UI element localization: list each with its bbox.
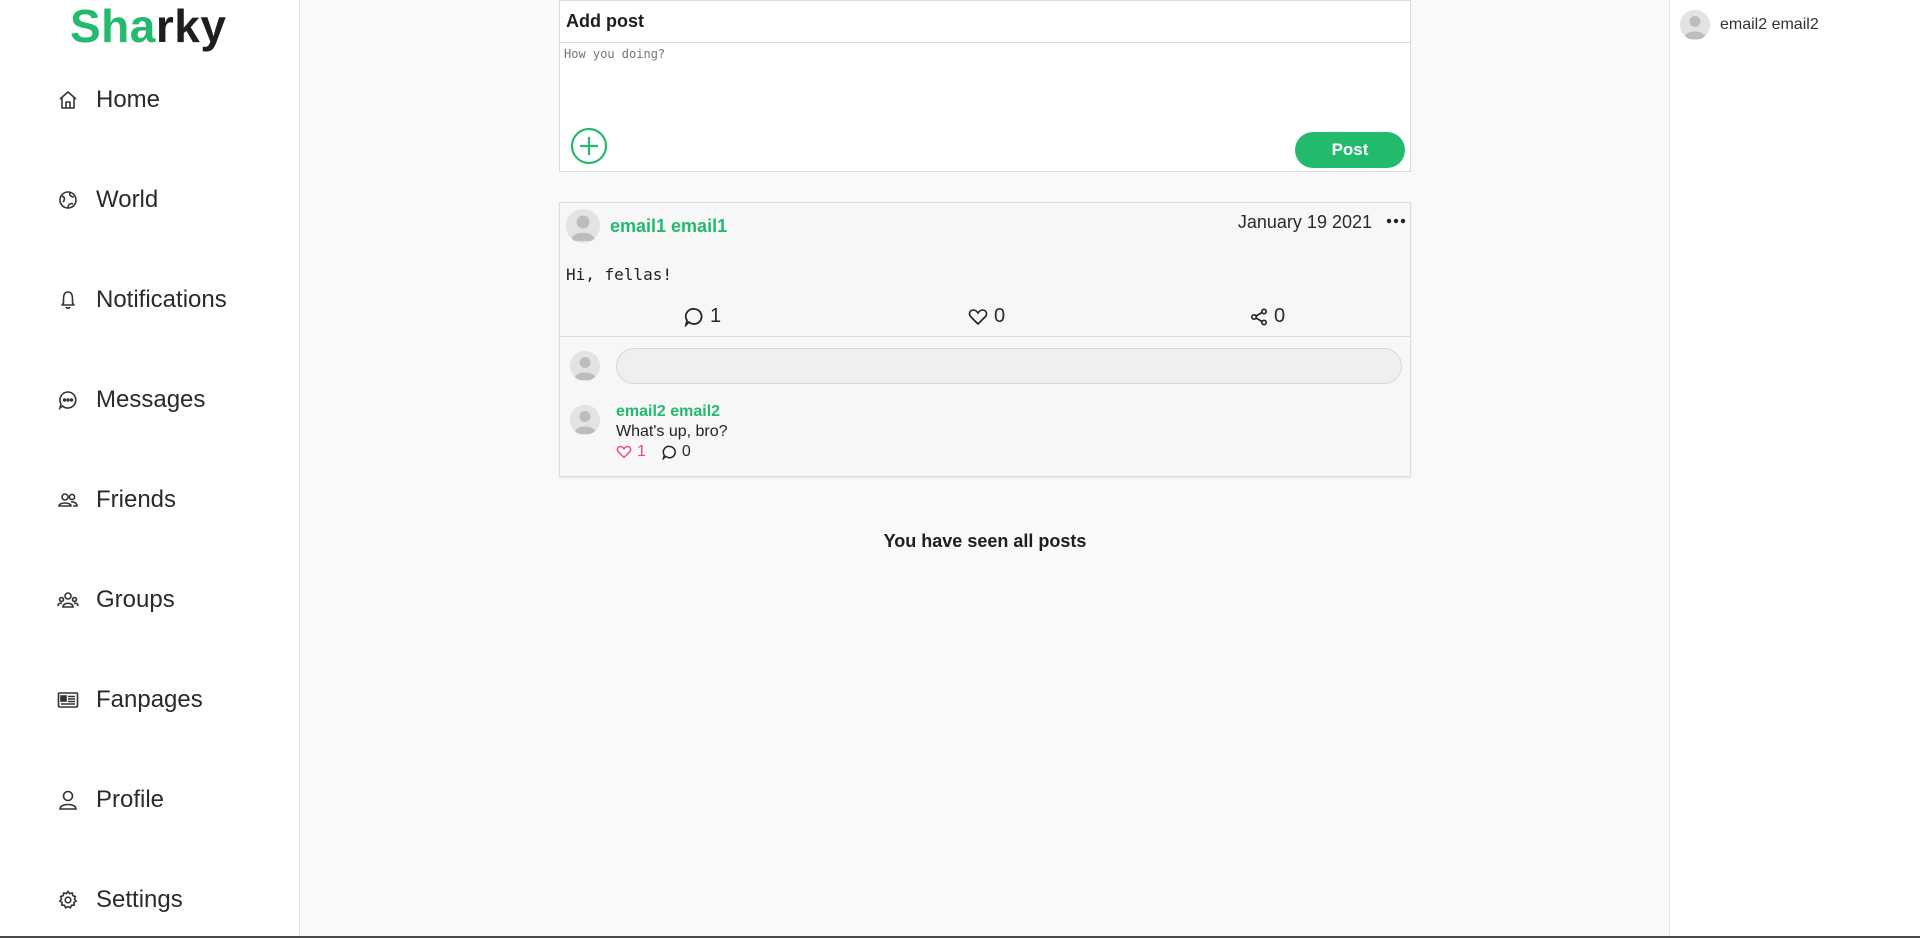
nav-item-world[interactable]: World bbox=[56, 180, 158, 220]
avatar[interactable] bbox=[566, 209, 600, 243]
post-card: email1 email1 January 19 2021 Hi, fellas… bbox=[559, 202, 1411, 477]
comment-like-button[interactable]: 1 bbox=[616, 443, 646, 461]
newspaper-icon bbox=[56, 688, 80, 712]
share-action[interactable]: 0 bbox=[1250, 305, 1285, 328]
share-icon bbox=[1250, 307, 1268, 326]
comments-count: 1 bbox=[710, 305, 722, 327]
post-body: Hi, fellas! bbox=[566, 265, 672, 284]
nav-item-settings[interactable]: Settings bbox=[56, 880, 183, 920]
home-icon bbox=[56, 88, 80, 112]
nav-item-home[interactable]: Home bbox=[56, 80, 160, 120]
divider bbox=[560, 336, 1410, 337]
nav-item-fanpages[interactable]: Fanpages bbox=[56, 680, 203, 720]
comment-icon bbox=[684, 307, 703, 327]
nav-item-friends[interactable]: Friends bbox=[56, 480, 176, 520]
chat-icon bbox=[56, 388, 80, 412]
post-text-input[interactable] bbox=[564, 47, 1404, 119]
comment-item: email2 email2 What's up, bro? 1 0 bbox=[570, 401, 1400, 471]
logo[interactable]: Sharky bbox=[70, 0, 226, 52]
post-author[interactable]: email1 email1 bbox=[610, 216, 727, 237]
comment-action[interactable]: 1 bbox=[684, 305, 721, 328]
feed-end-message: You have seen all posts bbox=[883, 531, 1087, 551]
add-post-card: Add post Post bbox=[559, 0, 1411, 172]
bell-icon bbox=[56, 288, 80, 312]
comment-icon bbox=[662, 445, 676, 460]
nav-item-notifications[interactable]: Notifications bbox=[56, 280, 227, 320]
post-actions: 1 0 0 bbox=[560, 299, 1412, 335]
online-user-name: email2 email2 bbox=[1720, 16, 1819, 33]
heart-icon bbox=[968, 308, 988, 325]
gear-icon bbox=[56, 888, 80, 912]
likes-count: 0 bbox=[994, 305, 1006, 327]
heart-icon bbox=[616, 445, 632, 459]
friends-icon bbox=[56, 488, 80, 512]
nav-label: Groups bbox=[96, 586, 175, 613]
add-post-title: Add post bbox=[560, 1, 1410, 43]
post-button[interactable]: Post bbox=[1295, 132, 1405, 168]
nav-label: Home bbox=[96, 86, 161, 113]
sidebar: Sharky Home World Notifications Messages… bbox=[0, 0, 300, 938]
comment-replies-count: 0 bbox=[681, 443, 691, 460]
nav-label: Friends bbox=[96, 486, 177, 513]
comment-actions: 1 0 bbox=[616, 443, 691, 461]
globe-icon bbox=[56, 188, 80, 212]
add-attachment-icon[interactable] bbox=[570, 127, 608, 165]
logo-part-1: Sha bbox=[70, 0, 156, 52]
avatar bbox=[570, 351, 600, 381]
comment-reply-button[interactable]: 0 bbox=[662, 443, 691, 461]
nav-item-messages[interactable]: Messages bbox=[56, 380, 205, 420]
nav-label: Profile bbox=[96, 786, 165, 813]
comment-likes-count: 1 bbox=[637, 443, 646, 460]
logo-part-2: rky bbox=[155, 0, 227, 52]
online-user[interactable]: email2 email2 bbox=[1680, 10, 1819, 40]
nav-label: Settings bbox=[96, 886, 183, 913]
shares-count: 0 bbox=[1274, 305, 1286, 327]
avatar bbox=[1680, 10, 1710, 40]
comment-author[interactable]: email2 email2 bbox=[616, 403, 720, 421]
nav-label: Fanpages bbox=[96, 686, 203, 713]
nav-label: Notifications bbox=[96, 286, 227, 313]
groups-icon bbox=[56, 588, 80, 612]
avatar[interactable] bbox=[570, 405, 600, 435]
comment-text: What's up, bro? bbox=[616, 423, 728, 440]
online-users-panel: email2 email2 bbox=[1669, 0, 1920, 938]
more-options-icon[interactable] bbox=[1384, 211, 1408, 231]
nav-label: World bbox=[96, 186, 159, 213]
post-date: January 19 2021 bbox=[1237, 212, 1372, 232]
user-icon bbox=[56, 788, 80, 812]
comment-composer bbox=[570, 348, 1402, 384]
comment-input[interactable] bbox=[616, 348, 1402, 384]
nav-item-profile[interactable]: Profile bbox=[56, 780, 164, 820]
like-action[interactable]: 0 bbox=[968, 305, 1005, 328]
nav-item-groups[interactable]: Groups bbox=[56, 580, 175, 620]
nav-label: Messages bbox=[96, 386, 206, 413]
